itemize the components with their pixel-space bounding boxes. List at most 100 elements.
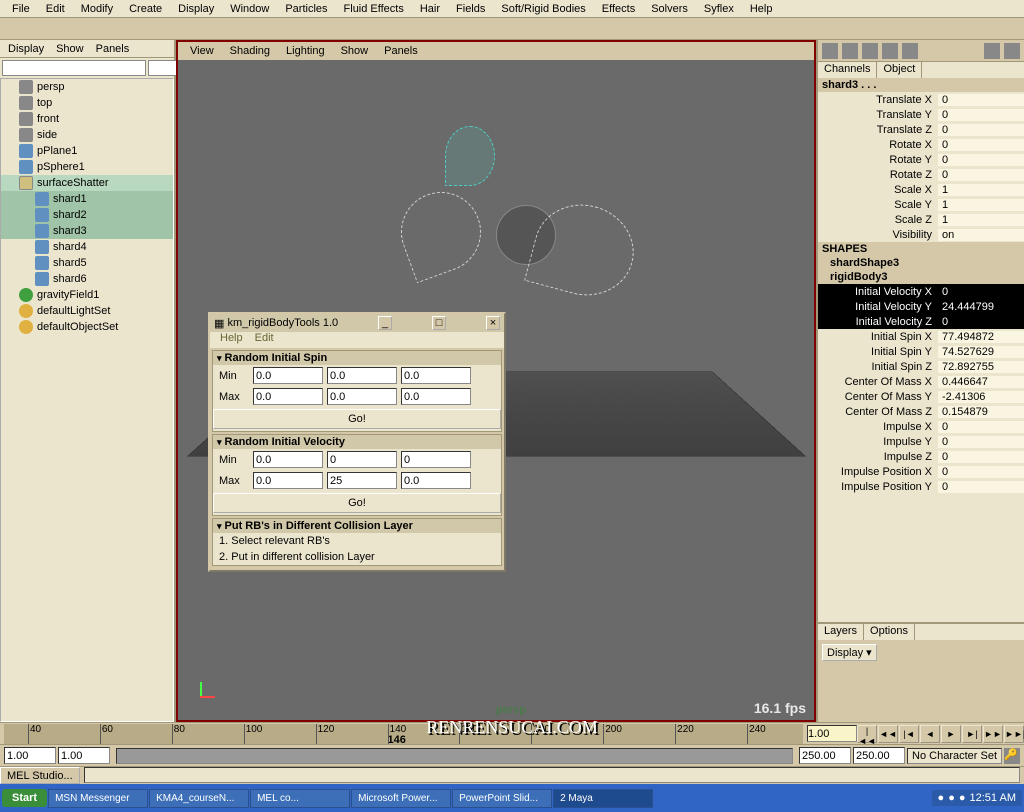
view-menu-panels[interactable]: Panels [376,43,426,59]
channel-value[interactable]: 74.527629 [938,346,1024,358]
menu-fields[interactable]: Fields [448,1,493,17]
spin-max-z[interactable] [401,388,471,405]
outliner-item-front[interactable]: front [1,111,173,127]
tab-channels[interactable]: Channels [818,62,877,78]
spin-min-z[interactable] [401,367,471,384]
fwd-button[interactable]: ►► [983,725,1003,743]
taskbar-item[interactable]: 2 Maya [553,789,653,808]
outliner-item-shard1[interactable]: shard1 [1,191,173,207]
shelf-icon[interactable] [842,43,858,59]
channel-row[interactable]: Rotate Y0 [818,152,1024,167]
channel-value[interactable]: on [938,229,1024,241]
range-end[interactable] [799,747,851,764]
channel-row[interactable]: Center Of Mass X0.446647 [818,374,1024,389]
shelf-icon[interactable] [882,43,898,59]
channel-value[interactable]: -2.41306 [938,391,1024,403]
channel-value[interactable]: 24.444799 [938,301,1024,313]
frame-field[interactable] [807,725,857,742]
tab-object[interactable]: Object [877,62,922,78]
dialog-titlebar[interactable]: ▦ km_rigidBodyTools 1.0 _ □ × [210,314,504,332]
menu-display[interactable]: Display [170,1,222,17]
menu-create[interactable]: Create [121,1,170,17]
outliner-item-side[interactable]: side [1,127,173,143]
play-button[interactable]: ► [941,725,961,743]
menu-file[interactable]: File [4,1,38,17]
channel-value[interactable]: 77.494872 [938,331,1024,343]
menu-effects[interactable]: Effects [594,1,643,17]
channel-value[interactable]: 0 [938,451,1024,463]
channel-row[interactable]: Impulse X0 [818,419,1024,434]
vel-go-button[interactable]: Go! [213,493,501,513]
channel-row[interactable]: Translate Z0 [818,122,1024,137]
range-slider[interactable] [116,748,793,764]
channel-row[interactable]: Impulse Z0 [818,449,1024,464]
channel-row[interactable]: Visibilityon [818,227,1024,242]
channel-value[interactable]: 0.446647 [938,376,1024,388]
channel-row[interactable]: Translate Y0 [818,107,1024,122]
tray-icon[interactable]: ● [948,792,955,804]
dlg-menu-edit[interactable]: Edit [249,332,280,344]
section-header[interactable]: Random Initial Spin [213,351,501,365]
tray-icon[interactable]: ● [938,792,945,804]
maximize-button[interactable]: □ [432,316,446,330]
channel-value[interactable]: 0 [938,436,1024,448]
taskbar-item[interactable]: MSN Messenger [48,789,148,808]
spin-min-x[interactable] [253,367,323,384]
outliner-item-pPlane1[interactable]: pPlane1 [1,143,173,159]
tab-display[interactable]: Display [2,41,50,57]
selected-object[interactable]: shard3 . . . [818,78,1024,92]
taskbar-item[interactable]: KMA4_courseN... [149,789,249,808]
timeline[interactable]: 146 406080100120140160180200220240 |◄◄ ◄… [0,722,1024,744]
channel-row[interactable]: Rotate Z0 [818,167,1024,182]
vel-min-z[interactable] [401,451,471,468]
vel-max-x[interactable] [253,472,323,489]
menu-particles[interactable]: Particles [277,1,335,17]
menu-help[interactable]: Help [742,1,781,17]
outliner-item-shard2[interactable]: shard2 [1,207,173,223]
channel-row[interactable]: Initial Spin X77.494872 [818,329,1024,344]
start-button[interactable]: Start [2,789,47,807]
channel-value[interactable]: 1 [938,214,1024,226]
tab-show[interactable]: Show [50,41,90,57]
outliner-item-shard6[interactable]: shard6 [1,271,173,287]
channel-row[interactable]: Rotate X0 [818,137,1024,152]
channel-row[interactable]: Translate X0 [818,92,1024,107]
channel-value[interactable]: 1 [938,184,1024,196]
outliner-item-surfaceShatter[interactable]: surfaceShatter [1,175,173,191]
channel-row[interactable]: Impulse Position X0 [818,464,1024,479]
channel-row[interactable]: Initial Velocity X0 [818,284,1024,299]
fwd-end-button[interactable]: ►►| [1004,725,1024,743]
outliner-item-shard4[interactable]: shard4 [1,239,173,255]
vel-min-x[interactable] [253,451,323,468]
channel-value[interactable]: 0 [938,286,1024,298]
view-menu-lighting[interactable]: Lighting [278,43,333,59]
channel-value[interactable]: 0 [938,154,1024,166]
channel-value[interactable]: 0 [938,169,1024,181]
outliner-item-top[interactable]: top [1,95,173,111]
channel-row[interactable]: Scale X1 [818,182,1024,197]
spin-max-x[interactable] [253,388,323,405]
channel-value[interactable]: 0 [938,316,1024,328]
rigidbody-name[interactable]: rigidBody3 [818,270,1024,284]
channel-row[interactable]: Initial Velocity Y24.444799 [818,299,1024,314]
tab-layers[interactable]: Layers [818,624,864,640]
outliner-tree[interactable]: persptopfrontsidepPlane1pSphere1surfaceS… [0,78,174,722]
shade-icon[interactable] [1004,43,1020,59]
channel-value[interactable]: 0 [938,481,1024,493]
anim-start[interactable] [4,747,56,764]
channel-row[interactable]: Impulse Position Y0 [818,479,1024,494]
range-start[interactable] [58,747,110,764]
tab-panels[interactable]: Panels [90,41,136,57]
section-header[interactable]: Put RB's in Different Collision Layer [213,519,501,533]
shelf-icon[interactable] [822,43,838,59]
view-menu-shading[interactable]: Shading [222,43,278,59]
minimize-button[interactable]: _ [378,316,392,330]
channel-value[interactable]: 72.892755 [938,361,1024,373]
channel-row[interactable]: Initial Velocity Z0 [818,314,1024,329]
channel-value[interactable]: 0 [938,94,1024,106]
shape-name[interactable]: shardShape3 [818,256,1024,270]
menu-softrigidbodies[interactable]: Soft/Rigid Bodies [493,1,593,17]
view-menu-view[interactable]: View [182,43,222,59]
taskbar-item[interactable]: MEL co... [250,789,350,808]
play-back-button[interactable]: ◄ [920,725,940,743]
